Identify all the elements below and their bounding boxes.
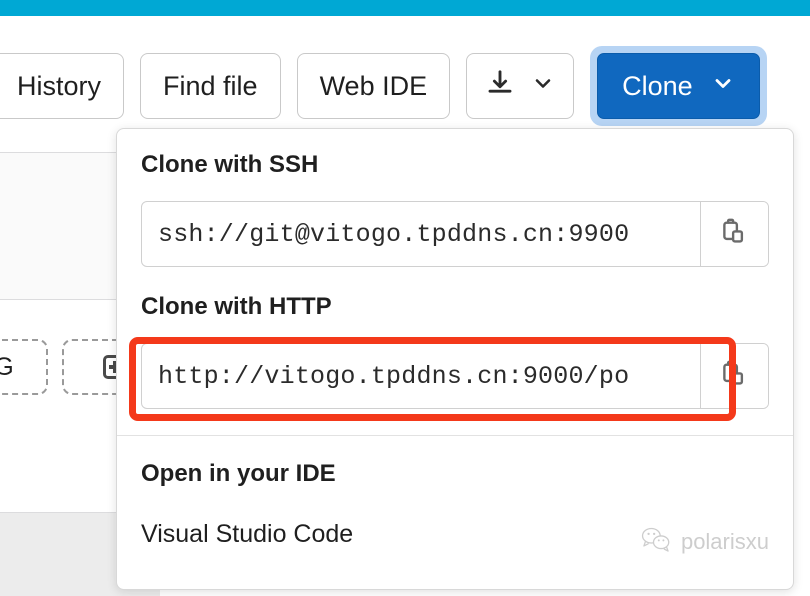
- clone-ssh-input-group[interactable]: ssh://git@vitogo.tpddns.cn:9900: [141, 201, 769, 267]
- open-in-ide-section: Open in your IDE: [117, 436, 793, 488]
- clone-http-url-input[interactable]: http://vitogo.tpddns.cn:9000/po: [142, 344, 700, 408]
- repo-toolbar: History Find file Web IDE Clone: [0, 46, 767, 126]
- find-file-button[interactable]: Find file: [140, 53, 281, 119]
- download-source-button[interactable]: [466, 53, 575, 119]
- clone-http-section: Clone with HTTP http://vitogo.tpddns.cn:…: [117, 267, 793, 409]
- web-ide-button[interactable]: Web IDE: [296, 53, 451, 119]
- clone-button-label: Clone: [622, 70, 693, 101]
- copy-clipboard-icon: [720, 359, 750, 394]
- background-chip-language[interactable]: NG: [0, 339, 48, 395]
- ide-item-label: Visual Studio Code: [141, 520, 354, 548]
- clone-ssh-copy-button[interactable]: [700, 202, 768, 266]
- history-button[interactable]: History: [0, 53, 125, 119]
- clone-button-focus-ring: Clone: [590, 46, 767, 126]
- copy-clipboard-icon: [720, 217, 750, 252]
- clone-http-heading: Clone with HTTP: [141, 293, 332, 320]
- wechat-icon: [640, 526, 672, 557]
- history-button-label: History: [17, 70, 102, 101]
- chevron-down-icon: [711, 71, 735, 102]
- clone-http-copy-button[interactable]: [700, 344, 768, 408]
- background-chip-label: NG: [0, 352, 14, 381]
- top-accent-bar: [0, 0, 810, 16]
- clone-http-input-group[interactable]: http://vitogo.tpddns.cn:9000/po: [141, 343, 769, 409]
- open-in-ide-heading: Open in your IDE: [141, 460, 336, 487]
- web-ide-button-label: Web IDE: [319, 70, 428, 101]
- screenshot-root: NG History Find file Web IDE: [0, 0, 810, 596]
- clone-ssh-heading: Clone with SSH: [141, 151, 319, 178]
- download-icon: [485, 68, 515, 105]
- clone-dropdown-panel: Clone with SSH ssh://git@vitogo.tpddns.c…: [116, 128, 794, 590]
- clone-button[interactable]: Clone: [597, 53, 760, 119]
- watermark: polarisxu: [640, 526, 769, 557]
- watermark-text: polarisxu: [680, 528, 769, 554]
- clone-ssh-url-input[interactable]: ssh://git@vitogo.tpddns.cn:9900: [142, 202, 700, 266]
- chevron-down-icon: [531, 71, 555, 102]
- clone-ssh-section: Clone with SSH ssh://git@vitogo.tpddns.c…: [117, 129, 793, 267]
- find-file-button-label: Find file: [163, 70, 258, 101]
